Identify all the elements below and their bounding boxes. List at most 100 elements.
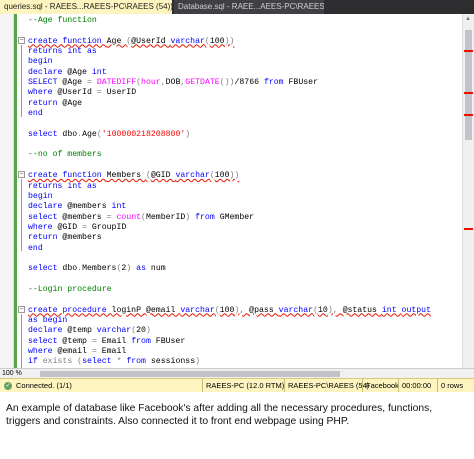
code-token: GroupID (91, 222, 127, 232)
code-token: @temp (62, 336, 92, 346)
code-token: dbo (62, 264, 78, 274)
code-line[interactable]: SELECT @Age = DATEDIFF(hour,DOB,GETDATE(… (28, 78, 460, 88)
code-token: int (67, 47, 87, 57)
code-token: = (106, 212, 117, 222)
code-line[interactable]: returns int as (28, 182, 460, 192)
tab-queries-sql[interactable]: queries.sql - RAEES...RAEES-PC\RAEES (54… (0, 0, 172, 14)
tab-label: Database.sql - RAEE...AEES-PC\RAEES (52)… (178, 2, 324, 11)
code-line[interactable]: select @temp = Email from FBUser (28, 337, 460, 347)
code-line[interactable]: begin (28, 57, 460, 67)
outlining-margin: − − − (17, 14, 27, 368)
code-token: int (111, 202, 127, 212)
code-token: )) (224, 36, 235, 46)
code-token: @status (342, 305, 382, 315)
code-token: --no of members (28, 150, 102, 160)
code-line[interactable]: end (28, 109, 460, 119)
code-line[interactable] (28, 295, 460, 305)
code-token: declare (28, 326, 68, 336)
code-line[interactable]: end (28, 244, 460, 254)
code-token: from (195, 212, 220, 222)
zoom-and-hscroll-bar: 100 % (0, 368, 474, 378)
code-line[interactable]: as begin (28, 316, 460, 326)
code-token: @members (67, 202, 112, 212)
code-token: GMember (219, 212, 255, 222)
code-token: ) (145, 326, 151, 336)
code-token: @UserId (57, 88, 97, 98)
code-token: create function (28, 171, 107, 181)
code-token: varchar (278, 305, 314, 315)
code-line[interactable]: --Age function (28, 16, 460, 26)
code-line[interactable] (28, 119, 460, 129)
code-line[interactable] (28, 140, 460, 150)
scroll-thumb[interactable] (465, 30, 472, 140)
tab-label: queries.sql - RAEES...RAEES-PC\RAEES (54… (4, 2, 172, 11)
code-token: select (28, 212, 63, 222)
code-token: Age (106, 36, 127, 46)
code-line[interactable]: --no of members (28, 150, 460, 160)
code-line[interactable]: where @UserId = UserID (28, 88, 460, 98)
code-line[interactable]: --Login procedure (28, 285, 460, 295)
code-line[interactable]: returns int as (28, 47, 460, 57)
scroll-up-icon[interactable]: ▲ (465, 16, 471, 22)
tab-database-sql[interactable]: Database.sql - RAEE...AEES-PC\RAEES (52)… (174, 0, 324, 14)
query-editor[interactable]: − − − --Age function create function Age… (0, 14, 474, 368)
code-line[interactable]: select @members = count(MemberID) from G… (28, 213, 460, 223)
code-line[interactable]: where @GID = GroupID (28, 223, 460, 233)
code-line[interactable] (28, 161, 460, 171)
code-token: ) (126, 264, 137, 274)
code-line[interactable]: return @Age (28, 99, 460, 109)
code-line[interactable]: create function Members (@GID varchar(10… (28, 171, 460, 181)
code-line[interactable]: select dbo.Members(2) as num (28, 264, 460, 274)
code-line[interactable] (28, 275, 460, 285)
code-line[interactable] (28, 254, 460, 264)
vertical-scrollbar[interactable]: ▲ (462, 14, 474, 368)
code-line[interactable]: create procedure loginP @email varchar(1… (28, 306, 460, 316)
code-token: begin (42, 315, 68, 325)
horizontal-scroll-thumb[interactable] (40, 371, 340, 377)
code-token: @GID (150, 171, 176, 181)
code-token: returns (28, 47, 68, 57)
code-line[interactable]: declare @Age int (28, 68, 460, 78)
code-token: GETDATE (185, 78, 220, 88)
code-token: begin (28, 57, 53, 67)
code-line[interactable]: return @members (28, 233, 460, 243)
fold-line (21, 314, 22, 368)
figure-caption: An example of database like Facebook's a… (6, 403, 433, 427)
code-token: count (116, 212, 142, 222)
code-line[interactable]: where @email = Email (28, 347, 460, 357)
code-token: returns (28, 181, 68, 191)
code-line[interactable]: declare @members int (28, 202, 460, 212)
code-token: create procedure (28, 305, 112, 315)
fold-icon[interactable]: − (18, 306, 25, 313)
code-token: )) (229, 171, 240, 181)
elapsed-time: 00:00:00 (398, 379, 431, 392)
code-token: Email (101, 347, 127, 356)
code-line[interactable]: create function Age (@UserId varchar(100… (28, 37, 460, 47)
code-token: --Age function (28, 16, 97, 25)
code-line[interactable]: select dbo.Age('100000218208800') (28, 130, 460, 140)
row-count: 0 rows (437, 379, 463, 392)
code-line[interactable]: declare @temp varchar(20) (28, 326, 460, 336)
code-token: MemberID (145, 212, 186, 222)
code-token: ), (234, 305, 250, 315)
code-token: declare (28, 67, 68, 77)
fold-icon[interactable]: − (18, 37, 25, 44)
code-token: ()) (219, 78, 235, 88)
code-token: dbo (62, 129, 78, 139)
code-token: 100 (214, 171, 230, 181)
code-token: return (28, 98, 63, 108)
code-token: varchar (175, 171, 210, 181)
code-token: begin (28, 191, 53, 201)
code-line[interactable] (28, 26, 460, 36)
code-token: '100000218208800' (101, 129, 186, 139)
editor-gutter (0, 14, 14, 368)
code-line[interactable]: begin (28, 192, 460, 202)
code-token: ) (185, 212, 196, 222)
code-token: from (126, 357, 151, 367)
code-token: as (86, 181, 97, 191)
fold-icon[interactable]: − (18, 171, 25, 178)
code-line[interactable]: if exists (select * from sessionss) (28, 357, 460, 367)
code-token: --Login procedure (28, 284, 112, 294)
code-token: num (150, 264, 166, 274)
code-text[interactable]: --Age function create function Age (@Use… (28, 16, 460, 368)
